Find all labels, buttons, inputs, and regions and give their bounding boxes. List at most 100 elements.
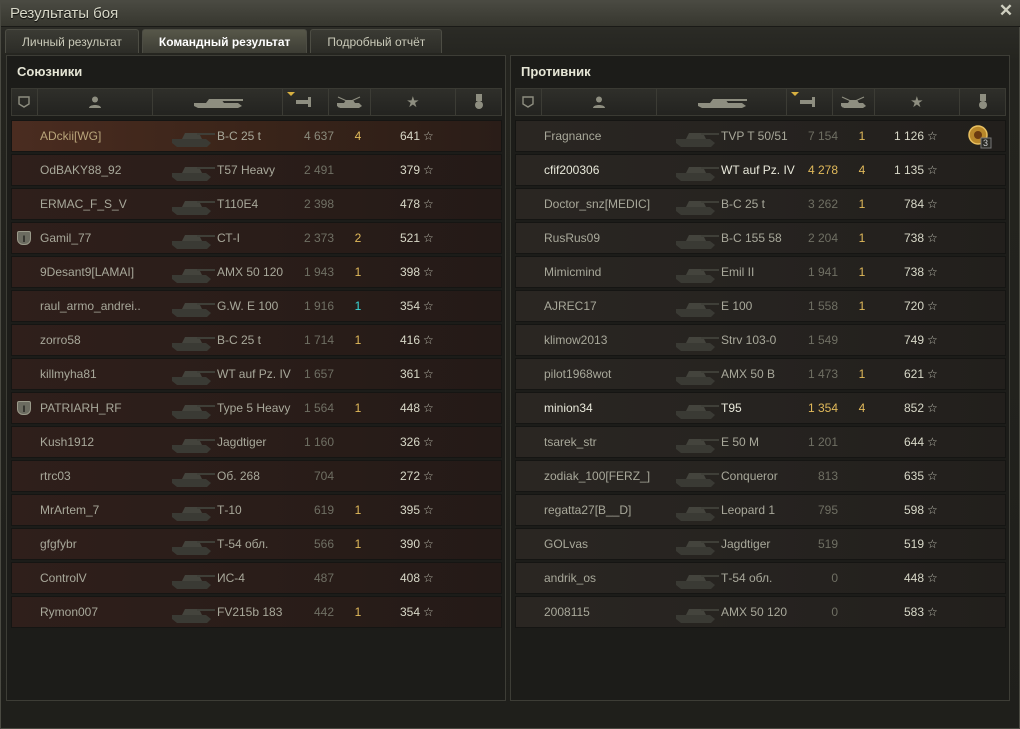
tank-name: В-С 155 58 bbox=[721, 231, 782, 245]
tank-name: AMX 50 120 bbox=[721, 605, 788, 619]
player-row[interactable]: ERMAC_F_S_V T110E4 2 398 478 ☆ bbox=[11, 188, 502, 220]
column-kills-icon[interactable] bbox=[833, 89, 875, 115]
player-row[interactable]: Fragnance TVP T 50/51 7 154 1 1 126 ☆ 3 bbox=[515, 120, 1006, 152]
kills-value: 1 bbox=[354, 503, 362, 517]
player-row[interactable]: MrArtem_7 Т-10 619 1 395 ☆ bbox=[11, 494, 502, 526]
damage-value: 0 bbox=[831, 571, 838, 585]
column-damage-icon[interactable] bbox=[283, 89, 329, 115]
player-row[interactable]: RusRus09 В-С 155 58 2 204 1 738 ☆ bbox=[515, 222, 1006, 254]
tank-icon bbox=[170, 531, 216, 557]
tank-name: СТ-I bbox=[217, 231, 240, 245]
player-name: tsarek_str bbox=[544, 435, 597, 449]
tank-icon bbox=[674, 225, 720, 251]
damage-value: 519 bbox=[817, 537, 838, 551]
player-row[interactable]: 9Desant9[LAMAI] AMX 50 120 1 943 1 398 ☆ bbox=[11, 256, 502, 288]
player-row[interactable]: rtrc03 Об. 268 704 272 ☆ bbox=[11, 460, 502, 492]
player-row[interactable]: pilot1968wot AMX 50 B 1 473 1 621 ☆ bbox=[515, 358, 1006, 390]
xp-value: 408 bbox=[399, 571, 420, 585]
damage-value: 442 bbox=[313, 605, 334, 619]
player-row[interactable]: zorro58 В-С 25 t 1 714 1 416 ☆ bbox=[11, 324, 502, 356]
player-row[interactable]: klimow2013 Strv 103-0 1 549 749 ☆ bbox=[515, 324, 1006, 356]
tank-name: Strv 103-0 bbox=[721, 333, 777, 347]
title-bar[interactable]: Результаты боя ✕ bbox=[1, 1, 1020, 27]
xp-star-icon: ☆ bbox=[423, 231, 434, 245]
tank-icon bbox=[674, 157, 720, 183]
tab-personal-result[interactable]: Личный результат bbox=[5, 29, 139, 53]
player-row[interactable]: ControlV ИС-4 487 408 ☆ bbox=[11, 562, 502, 594]
damage-value: 1 916 bbox=[303, 299, 334, 313]
player-name: klimow2013 bbox=[544, 333, 608, 347]
player-row[interactable]: zodiak_100[FERZ_] Conqueror 813 635 ☆ bbox=[515, 460, 1006, 492]
kills-value: 1 bbox=[858, 299, 866, 313]
column-damage-icon[interactable] bbox=[787, 89, 833, 115]
column-achievement-icon[interactable] bbox=[960, 89, 1005, 115]
damage-value: 3 262 bbox=[807, 197, 838, 211]
xp-value: 621 bbox=[903, 367, 924, 381]
tank-icon bbox=[674, 463, 720, 489]
tank-icon bbox=[674, 361, 720, 387]
player-row[interactable]: GOLvas Jagdtiger 519 519 ☆ bbox=[515, 528, 1006, 560]
close-icon[interactable]: ✕ bbox=[997, 2, 1015, 20]
damage-value: 2 491 bbox=[303, 163, 334, 177]
player-row[interactable]: andrik_os Т-54 обл. 0 448 ☆ bbox=[515, 562, 1006, 594]
column-tank-icon[interactable] bbox=[153, 89, 283, 115]
tank-icon bbox=[170, 293, 216, 319]
column-rank-icon[interactable] bbox=[12, 89, 38, 115]
tank-name: ИС-4 bbox=[217, 571, 245, 585]
kills-value bbox=[856, 427, 868, 457]
achievement-medal-icon[interactable]: 3 bbox=[966, 123, 992, 149]
tab-team-result[interactable]: Командный результат bbox=[141, 29, 308, 53]
player-row[interactable]: 2008115 AMX 50 120 0 583 ☆ bbox=[515, 596, 1006, 628]
column-xp-star-icon[interactable]: ★ bbox=[875, 89, 961, 115]
tank-icon bbox=[170, 191, 216, 217]
player-name: Doctor_snz[MEDIC] bbox=[544, 197, 651, 211]
player-name: PATRIARH_RF bbox=[40, 401, 122, 415]
kills-value: 1 bbox=[354, 299, 362, 313]
kills-value: 1 bbox=[354, 265, 362, 279]
xp-value: 738 bbox=[903, 231, 924, 245]
player-row[interactable]: Mimicmind Emil II 1 941 1 738 ☆ bbox=[515, 256, 1006, 288]
column-player-icon[interactable] bbox=[542, 89, 658, 115]
kills-value bbox=[352, 563, 364, 593]
kills-value: 1 bbox=[858, 231, 866, 245]
player-row[interactable]: ADckii[WG] В-С 25 t 4 637 4 641 ☆ bbox=[11, 120, 502, 152]
allies-header: ★ bbox=[11, 88, 502, 116]
tank-name: E 100 bbox=[721, 299, 753, 313]
column-rank-icon[interactable] bbox=[516, 89, 542, 115]
xp-value: 1 135 bbox=[893, 163, 924, 177]
player-row[interactable]: I PATRIARH_RF Type 5 Heavy 1 564 1 448 ☆ bbox=[11, 392, 502, 424]
xp-value: 519 bbox=[903, 537, 924, 551]
column-xp-star-icon[interactable]: ★ bbox=[371, 89, 457, 115]
player-row[interactable]: killmyha81 WT auf Pz. IV 1 657 361 ☆ bbox=[11, 358, 502, 390]
player-row[interactable]: OdBAKY88_92 T57 Heavy 2 491 379 ☆ bbox=[11, 154, 502, 186]
player-row[interactable]: AJREC17 E 100 1 558 1 720 ☆ bbox=[515, 290, 1006, 322]
player-row[interactable]: Kush1912 Jagdtiger 1 160 326 ☆ bbox=[11, 426, 502, 458]
column-player-icon[interactable] bbox=[38, 89, 154, 115]
tank-name: В-С 25 t bbox=[217, 333, 262, 347]
player-row[interactable]: gfgfybr Т-54 обл. 566 1 390 ☆ bbox=[11, 528, 502, 560]
xp-star-icon: ☆ bbox=[927, 299, 938, 313]
player-row[interactable]: raul_armo_andrei.. G.W. E 100 1 916 1 354 ☆ bbox=[11, 290, 502, 322]
tank-name: T95 bbox=[721, 401, 742, 415]
kills-value bbox=[352, 189, 364, 219]
player-row[interactable]: cfif200306 WT auf Pz. IV 4 278 4 1 135 ☆ bbox=[515, 154, 1006, 186]
column-tank-icon[interactable] bbox=[657, 89, 787, 115]
kills-value bbox=[856, 597, 868, 627]
player-row[interactable]: tsarek_str E 50 M 1 201 644 ☆ bbox=[515, 426, 1006, 458]
player-row[interactable]: I Gamil_77 СТ-I 2 373 2 521 ☆ bbox=[11, 222, 502, 254]
xp-star-icon: ☆ bbox=[423, 469, 434, 483]
xp-value: 749 bbox=[903, 333, 924, 347]
player-row[interactable]: minion34 T95 1 354 4 852 ☆ bbox=[515, 392, 1006, 424]
player-row[interactable]: regatta27[B__D] Leopard 1 795 598 ☆ bbox=[515, 494, 1006, 526]
kills-value: 2 bbox=[354, 231, 362, 245]
player-row[interactable]: Rymon007 FV215b 183 442 1 354 ☆ bbox=[11, 596, 502, 628]
tab-detailed-report[interactable]: Подробный отчёт bbox=[310, 29, 443, 53]
column-achievement-icon[interactable] bbox=[456, 89, 501, 115]
column-kills-icon[interactable] bbox=[329, 89, 371, 115]
tank-icon bbox=[674, 429, 720, 455]
xp-star-icon: ☆ bbox=[927, 571, 938, 585]
player-row[interactable]: Doctor_snz[MEDIC] В-С 25 t 3 262 1 784 ☆ bbox=[515, 188, 1006, 220]
tab-bar: Личный результат Командный результат Под… bbox=[5, 29, 443, 53]
tank-name: WT auf Pz. IV bbox=[721, 163, 795, 177]
player-name: ADckii[WG] bbox=[40, 129, 102, 143]
